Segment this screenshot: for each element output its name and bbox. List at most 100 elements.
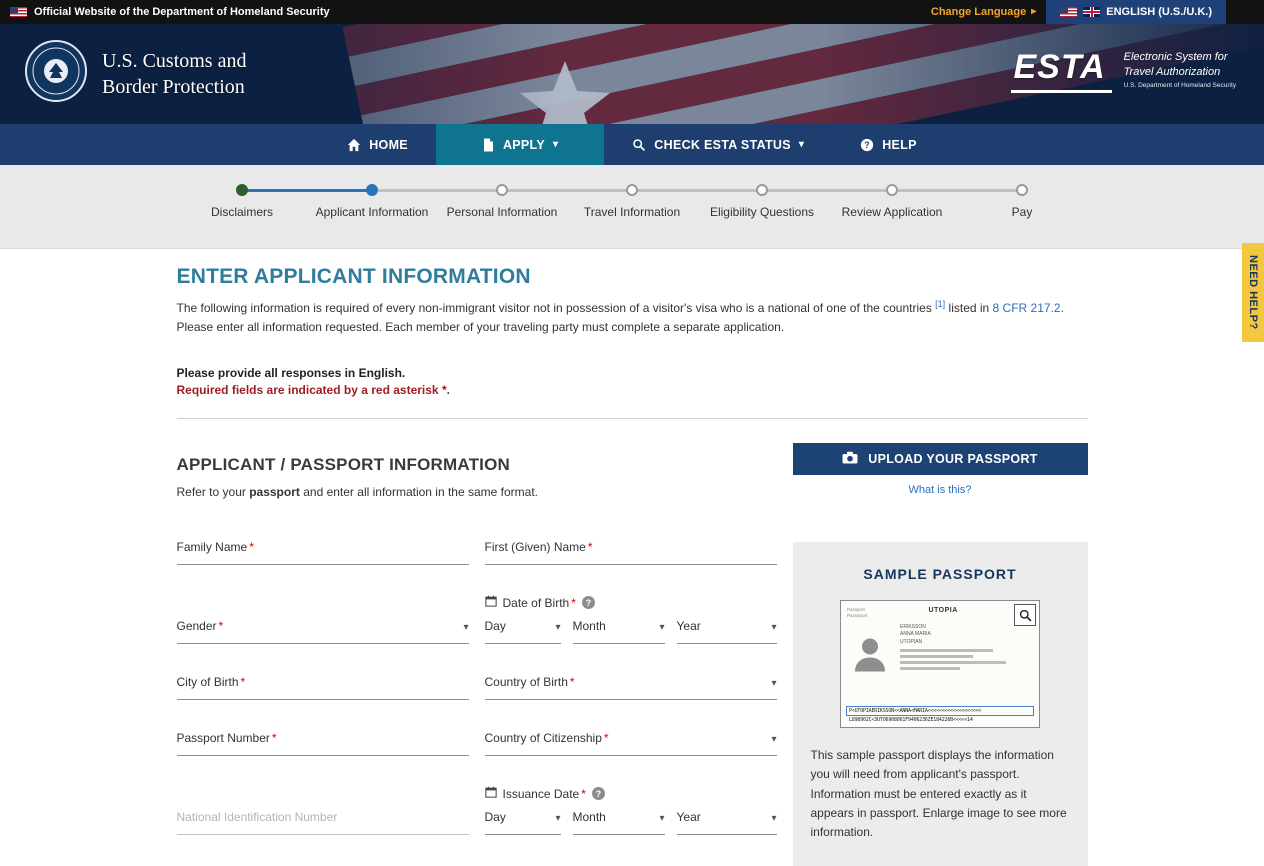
nav-check-status-label: CHECK ESTA STATUS: [654, 138, 791, 152]
chevron-down-icon: ▾: [659, 623, 664, 633]
required-fields-note: Required fields are indicated by a red a…: [177, 383, 1088, 397]
caret-right-icon: ▸: [1031, 7, 1036, 17]
dob-label: Date of Birth*: [503, 596, 576, 610]
change-language-link[interactable]: Change Language ▸: [931, 6, 1036, 18]
svg-text:?: ?: [864, 140, 870, 150]
issuance-month-select[interactable]: Month▾: [573, 809, 665, 835]
national-id-field[interactable]: National Identification Number: [177, 809, 469, 835]
language-selector[interactable]: ENGLISH (U.S./U.K.): [1046, 0, 1226, 24]
sample-passport-title: SAMPLE PASSPORT: [811, 566, 1070, 582]
step-dot: [496, 184, 508, 196]
nav-help[interactable]: ? HELP: [832, 124, 945, 165]
sample-passport-panel: SAMPLE PASSPORT Passport Passeport UTOPI…: [793, 542, 1088, 866]
country-of-birth-label: Country of Birth* ▾: [485, 674, 777, 689]
esta-application-page: Official Website of the Department of Ho…: [0, 0, 1264, 866]
document-icon: [482, 138, 495, 152]
site-header: U.S. Customs and Border Protection ESTA …: [0, 24, 1264, 124]
footnote-link[interactable]: [1]: [935, 299, 945, 309]
step-dot: [756, 184, 768, 196]
nav-apply[interactable]: APPLY ▾: [436, 124, 604, 165]
help-icon[interactable]: ?: [582, 596, 595, 609]
camera-icon: [842, 451, 858, 467]
page-title: ENTER APPLICANT INFORMATION: [177, 265, 1088, 289]
passport-number-input[interactable]: [177, 745, 469, 756]
chevron-down-icon: ▾: [555, 814, 560, 824]
us-flag-icon: [10, 7, 27, 17]
date-of-birth-group: Date of Birth* ? Day▾ Month▾: [485, 595, 777, 644]
need-help-tab[interactable]: NEED HELP?: [1242, 243, 1264, 342]
chevron-down-icon: ▾: [553, 140, 558, 150]
issuance-year-select[interactable]: Year▾: [677, 809, 777, 835]
step-dot: [236, 184, 248, 196]
language-label: ENGLISH (U.S./U.K.): [1106, 6, 1212, 18]
step-dot: [366, 184, 378, 196]
step-label: Applicant Information: [307, 205, 437, 219]
question-circle-icon: ?: [860, 138, 874, 152]
family-name-input[interactable]: [177, 554, 469, 565]
first-name-field[interactable]: First (Given) Name*: [485, 539, 777, 565]
what-is-this-link[interactable]: What is this?: [793, 484, 1088, 496]
passport-data-fields: ERIKSSON ANNA MARIA UTOPIAN: [900, 622, 1033, 678]
calendar-icon: [485, 786, 497, 801]
country-of-birth-field[interactable]: Country of Birth* ▾: [485, 674, 777, 700]
city-of-birth-input[interactable]: [177, 689, 469, 700]
section-divider: [177, 418, 1088, 419]
city-of-birth-field[interactable]: City of Birth*: [177, 674, 469, 700]
passport-mrz: P<UTOPIAERIKSSON<<ANNA<MARIA<<<<<<<<<<<<…: [846, 706, 1034, 723]
dob-day-select[interactable]: Day▾: [485, 618, 561, 644]
upload-passport-button[interactable]: UPLOAD YOUR PASSPORT: [793, 443, 1088, 475]
step-label: Eligibility Questions: [697, 205, 827, 219]
passport-number-label: Passport Number*: [177, 730, 469, 745]
chevron-down-icon: ▾: [771, 623, 776, 633]
sample-passport-image: Passport Passeport UTOPIA ERIKSSON: [840, 600, 1040, 728]
issuance-date-label: Issuance Date*: [503, 787, 586, 801]
country-of-citizenship-label: Country of Citizenship* ▾: [485, 730, 777, 745]
step-label: Review Application: [827, 205, 957, 219]
nav-home[interactable]: HOME: [319, 124, 436, 165]
passport-photo-silhouette: [847, 622, 893, 678]
home-icon: [347, 138, 361, 152]
gender-select[interactable]: [177, 633, 469, 644]
step-dot: [1016, 184, 1028, 196]
passport-form: Family Name* First (Given) Name* Gende: [177, 539, 777, 866]
sample-passport-description: This sample passport displays the inform…: [811, 746, 1070, 842]
chevron-down-icon: ▾: [463, 623, 468, 633]
first-name-input[interactable]: [485, 554, 777, 565]
chevron-down-icon: ▾: [659, 814, 664, 824]
step-label: Travel Information: [567, 205, 697, 219]
section-subtitle: Refer to your passport and enter all inf…: [177, 485, 777, 499]
nav-check-esta-status[interactable]: CHECK ESTA STATUS ▾: [604, 124, 832, 165]
step-dot: [886, 184, 898, 196]
country-of-citizenship-field[interactable]: Country of Citizenship* ▾: [485, 730, 777, 756]
magnifier-icon[interactable]: [1014, 604, 1036, 626]
gender-label: Gender* ▾: [177, 618, 469, 633]
country-of-citizenship-select[interactable]: [485, 745, 777, 756]
gender-field[interactable]: Gender* ▾: [177, 618, 469, 644]
official-banner: Official Website of the Department of Ho…: [0, 0, 1264, 24]
national-id-placeholder: National Identification Number: [177, 809, 469, 824]
passport-number-field[interactable]: Passport Number*: [177, 730, 469, 756]
calendar-icon: [485, 595, 497, 610]
cbp-seal-logo: [24, 39, 88, 108]
dob-month-select[interactable]: Month▾: [573, 618, 665, 644]
section-title: APPLICANT / PASSPORT INFORMATION: [177, 455, 777, 475]
chevron-down-icon: ▾: [555, 623, 560, 633]
cfr-link[interactable]: 8 CFR 217.2: [993, 301, 1061, 315]
dhs-small-text: U.S. Department of Homeland Security: [1124, 82, 1236, 91]
step-label: Pay: [957, 205, 1087, 219]
issuance-day-select[interactable]: Day▾: [485, 809, 561, 835]
national-id-input[interactable]: [177, 824, 469, 835]
nav-apply-label: APPLY: [503, 138, 545, 152]
application-progress: Disclaimers Applicant Information Person…: [0, 165, 1264, 249]
country-of-birth-select[interactable]: [485, 689, 777, 700]
family-name-field[interactable]: Family Name*: [177, 539, 469, 565]
right-rail: UPLOAD YOUR PASSPORT What is this? SAMPL…: [793, 443, 1088, 866]
dob-year-select[interactable]: Year▾: [677, 618, 777, 644]
chevron-down-icon: ▾: [799, 140, 804, 150]
help-icon[interactable]: ?: [592, 787, 605, 800]
esta-logo: ESTA Electronic System for Travel Author…: [1011, 48, 1236, 93]
agency-name: U.S. Customs and Border Protection: [102, 48, 246, 100]
first-name-label: First (Given) Name*: [485, 539, 777, 554]
main-content: ENTER APPLICANT INFORMATION The followin…: [177, 249, 1088, 866]
main-navigation: HOME APPLY ▾ CHECK ESTA STATUS ▾ ?: [0, 124, 1264, 165]
